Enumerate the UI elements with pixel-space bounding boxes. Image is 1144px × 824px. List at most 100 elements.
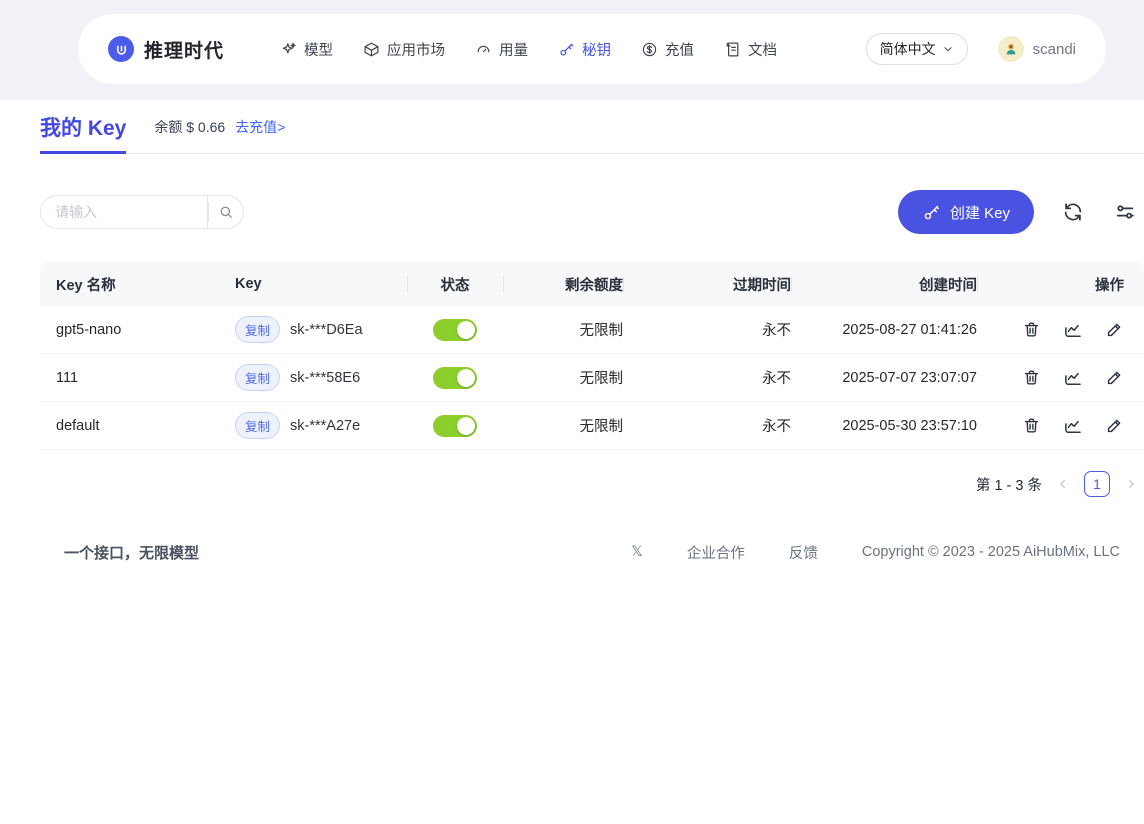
trash-icon bbox=[1022, 320, 1041, 339]
nav-item-keys[interactable]: 秘钥 bbox=[558, 39, 611, 60]
sparkles-icon bbox=[280, 41, 297, 58]
refresh-button[interactable] bbox=[1060, 199, 1086, 225]
status-toggle[interactable] bbox=[433, 414, 477, 437]
enterprise-link[interactable]: 企业合作 bbox=[687, 542, 745, 563]
status-toggle[interactable] bbox=[433, 318, 477, 341]
copy-button[interactable]: 复制 bbox=[235, 412, 281, 439]
table-row: gpt5-nano 复制 sk-***D6Ea 无限制 永不 2025-08-2… bbox=[40, 306, 1144, 354]
toggle-knob bbox=[457, 368, 475, 387]
quota: 无限制 bbox=[579, 371, 624, 387]
gauge-icon bbox=[475, 41, 492, 58]
footer: 一个接口，无限模型 𝕏 企业合作 反馈 Copyright © 2023 - 2… bbox=[0, 530, 1144, 574]
copy-button[interactable]: 复制 bbox=[235, 316, 281, 343]
copyright: Copyright © 2023 - 2025 AiHubMix, LLC bbox=[861, 544, 1120, 560]
line-chart-icon bbox=[1063, 320, 1083, 340]
toolbar: 创建 Key bbox=[40, 190, 1138, 234]
chevron-down-icon bbox=[942, 43, 954, 55]
pencil-icon bbox=[1105, 416, 1124, 435]
nav-item-docs[interactable]: 文档 bbox=[724, 39, 777, 60]
chevron-right-icon bbox=[1124, 477, 1138, 491]
keys-table: Key 名称 Key 状态 剩余额度 过期时间 创建时间 操作 gpt5-nan… bbox=[40, 262, 1144, 450]
header-key-name: Key 名称 bbox=[56, 277, 116, 294]
nav-item-recharge[interactable]: 充值 bbox=[641, 39, 694, 60]
analytics-button[interactable] bbox=[1063, 416, 1083, 436]
footer-links: 𝕏 企业合作 反馈 Copyright © 2023 - 2025 AiHubM… bbox=[631, 542, 1120, 563]
navbar: 推理时代 模型 应用市场 用量 秘钥 充值 文档 简体中文 scandi bbox=[78, 14, 1106, 84]
expire-time: 永不 bbox=[762, 323, 791, 339]
edit-button[interactable] bbox=[1105, 368, 1124, 387]
nav-item-app-market[interactable]: 应用市场 bbox=[363, 39, 445, 60]
recharge-link[interactable]: 去充值> bbox=[235, 117, 285, 137]
pagination-summary: 第 1 - 3 条 bbox=[975, 477, 1042, 494]
feedback-link[interactable]: 反馈 bbox=[789, 542, 818, 563]
package-icon bbox=[363, 41, 380, 58]
dollar-circle-icon bbox=[641, 41, 658, 58]
search-group bbox=[40, 195, 244, 229]
edit-button[interactable] bbox=[1105, 320, 1124, 339]
brand[interactable]: 推理时代 bbox=[108, 36, 224, 63]
key-name: default bbox=[56, 417, 100, 434]
delete-button[interactable] bbox=[1022, 368, 1041, 387]
pagination: 第 1 - 3 条 1 bbox=[40, 464, 1138, 504]
expire-time: 永不 bbox=[762, 371, 791, 387]
table-row: default 复制 sk-***A27e 无限制 永不 2025-05-30 … bbox=[40, 402, 1144, 450]
trash-icon bbox=[1022, 416, 1041, 435]
next-page-button[interactable] bbox=[1124, 477, 1138, 491]
brand-name: 推理时代 bbox=[144, 40, 225, 62]
create-key-button[interactable]: 创建 Key bbox=[897, 190, 1034, 234]
header-expires: 过期时间 bbox=[623, 262, 791, 306]
nav-item-label: 秘钥 bbox=[582, 42, 612, 59]
filter-settings-button[interactable] bbox=[1112, 199, 1138, 225]
title-row: 我的 Key 余额 $ 0.66 去充值> bbox=[40, 100, 1144, 154]
x-twitter-link[interactable]: 𝕏 bbox=[631, 544, 643, 560]
prev-page-button[interactable] bbox=[1056, 477, 1070, 491]
user-menu[interactable]: scandi bbox=[997, 36, 1076, 62]
nav-item-label: 应用市场 bbox=[387, 42, 446, 59]
search-input[interactable] bbox=[40, 195, 208, 229]
analytics-button[interactable] bbox=[1063, 320, 1083, 340]
tab-my-keys[interactable]: 我的 Key bbox=[40, 100, 127, 154]
nav-item-label: 用量 bbox=[499, 42, 529, 59]
delete-button[interactable] bbox=[1022, 320, 1041, 339]
masked-key: sk-***58E6 bbox=[290, 369, 361, 386]
nav-item-label: 充值 bbox=[665, 42, 695, 59]
table-header-row: Key 名称 Key 状态 剩余额度 过期时间 创建时间 操作 bbox=[40, 262, 1144, 306]
language-selector[interactable]: 简体中文 bbox=[865, 33, 968, 65]
line-chart-icon bbox=[1063, 368, 1083, 388]
search-icon bbox=[218, 204, 234, 220]
main-nav: 模型 应用市场 用量 秘钥 充值 文档 bbox=[280, 39, 777, 60]
document-icon bbox=[724, 41, 741, 58]
page-number-1[interactable]: 1 bbox=[1084, 471, 1110, 497]
top-background-band: 推理时代 模型 应用市场 用量 秘钥 充值 文档 简体中文 scandi bbox=[0, 0, 1144, 100]
nav-item-models[interactable]: 模型 bbox=[280, 39, 333, 60]
delete-button[interactable] bbox=[1022, 416, 1041, 435]
header-actions: 操作 bbox=[977, 262, 1144, 306]
nav-item-label: 模型 bbox=[304, 42, 334, 59]
avatar bbox=[997, 36, 1024, 62]
trash-icon bbox=[1022, 368, 1041, 387]
search-button[interactable] bbox=[208, 195, 244, 229]
status-toggle[interactable] bbox=[433, 366, 477, 389]
line-chart-icon bbox=[1063, 416, 1083, 436]
balance-text: 余额 $ 0.66 bbox=[154, 118, 226, 135]
toggle-knob bbox=[457, 416, 475, 435]
nav-item-usage[interactable]: 用量 bbox=[475, 39, 528, 60]
pencil-icon bbox=[1105, 368, 1124, 387]
refresh-icon bbox=[1062, 201, 1084, 223]
edit-button[interactable] bbox=[1105, 416, 1124, 435]
analytics-button[interactable] bbox=[1063, 368, 1083, 388]
copy-button[interactable]: 复制 bbox=[235, 364, 281, 391]
nav-item-label: 文档 bbox=[748, 42, 778, 59]
page-title: 我的 Key bbox=[40, 116, 127, 140]
header-status: 状态 bbox=[407, 262, 503, 306]
language-label: 简体中文 bbox=[879, 41, 936, 57]
footer-tagline: 一个接口，无限模型 bbox=[64, 544, 200, 562]
masked-key: sk-***D6Ea bbox=[290, 321, 363, 338]
key-icon bbox=[922, 203, 941, 222]
pencil-icon bbox=[1105, 320, 1124, 339]
header-created: 创建时间 bbox=[791, 262, 977, 306]
chevron-left-icon bbox=[1056, 477, 1070, 491]
masked-key: sk-***A27e bbox=[290, 417, 361, 434]
nav-right: 简体中文 scandi bbox=[865, 33, 1076, 65]
brand-logo-icon bbox=[108, 36, 134, 62]
